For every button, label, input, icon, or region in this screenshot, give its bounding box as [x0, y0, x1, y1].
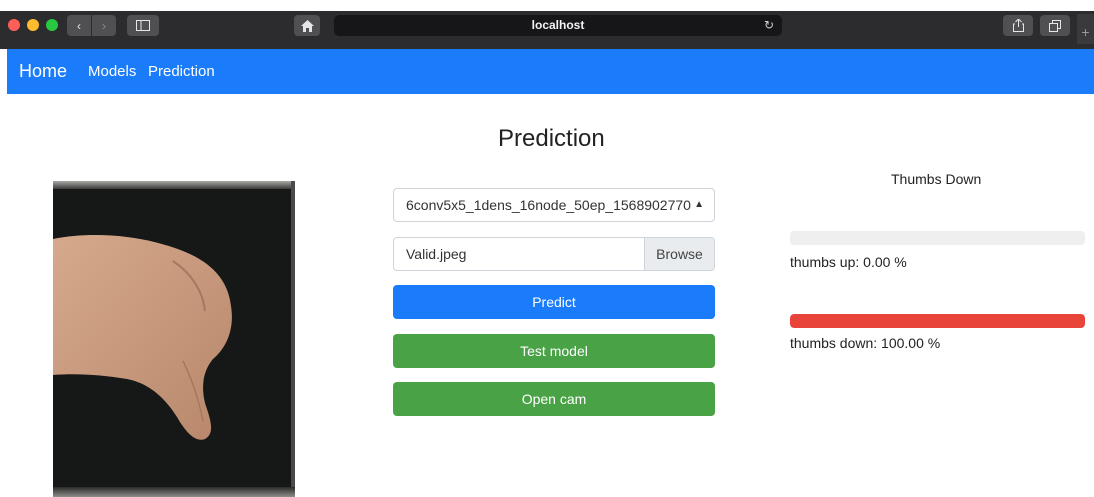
address-text: localhost	[531, 18, 585, 32]
test-model-button[interactable]: Test model	[393, 334, 715, 368]
thumbs-down-hand-image	[53, 235, 232, 440]
page-title: Prediction	[498, 125, 605, 152]
model-select-value: 6conv5x5_1dens_16node_50ep_1568902770	[406, 197, 691, 213]
sidebar-icon	[136, 20, 150, 31]
browse-button[interactable]: Browse	[644, 238, 714, 270]
share-button[interactable]	[1003, 15, 1033, 36]
new-tab-icon[interactable]: +	[1077, 14, 1094, 44]
nav-prediction-link[interactable]: Prediction	[148, 63, 215, 80]
nav-home-link[interactable]: Home	[19, 61, 67, 82]
open-cam-button[interactable]: Open cam	[393, 382, 715, 416]
share-icon	[1012, 19, 1024, 32]
back-icon: ‹	[77, 18, 81, 33]
thumbs-down-progress-fill	[790, 314, 1085, 328]
thumbs-up-label: thumbs up: 0.00 %	[790, 254, 907, 270]
window-edge	[0, 0, 1094, 11]
predict-button[interactable]: Predict	[393, 285, 715, 319]
back-button[interactable]: ‹	[67, 15, 91, 36]
file-name: Valid.jpeg	[406, 246, 467, 262]
monitor-frame-bottom	[53, 487, 295, 497]
thumbs-down-progress-bar	[790, 314, 1085, 328]
close-window-icon[interactable]	[8, 19, 20, 31]
maximize-window-icon[interactable]	[46, 19, 58, 31]
tabs-icon	[1049, 19, 1061, 32]
prediction-result-title: Thumbs Down	[891, 171, 982, 187]
reload-icon[interactable]: ↻	[764, 15, 774, 36]
select-caret-icon: ▲︎	[694, 199, 704, 210]
thumbs-up-progress-bar	[790, 231, 1085, 245]
tabs-button[interactable]	[1040, 15, 1070, 36]
thumbs-down-label: thumbs down: 100.00 %	[790, 335, 941, 351]
home-icon	[300, 19, 314, 32]
minimize-window-icon[interactable]	[27, 19, 39, 31]
forward-button[interactable]: ›	[92, 15, 116, 36]
browser-toolbar: ‹ › localhost ↻ +	[0, 0, 1094, 49]
file-input[interactable]: Valid.jpeg Browse	[393, 237, 715, 271]
sidebar-button[interactable]	[127, 15, 159, 36]
model-select[interactable]: 6conv5x5_1dens_16node_50ep_1568902770 ▲︎	[393, 188, 715, 222]
home-button[interactable]	[294, 15, 320, 36]
forward-icon: ›	[102, 18, 106, 33]
monitor-frame-right	[291, 181, 295, 497]
uploaded-image-preview	[53, 181, 295, 497]
nav-models-link[interactable]: Models	[88, 63, 136, 80]
navbar: Home Models Prediction	[7, 49, 1094, 94]
address-bar[interactable]: localhost ↻	[334, 15, 782, 36]
